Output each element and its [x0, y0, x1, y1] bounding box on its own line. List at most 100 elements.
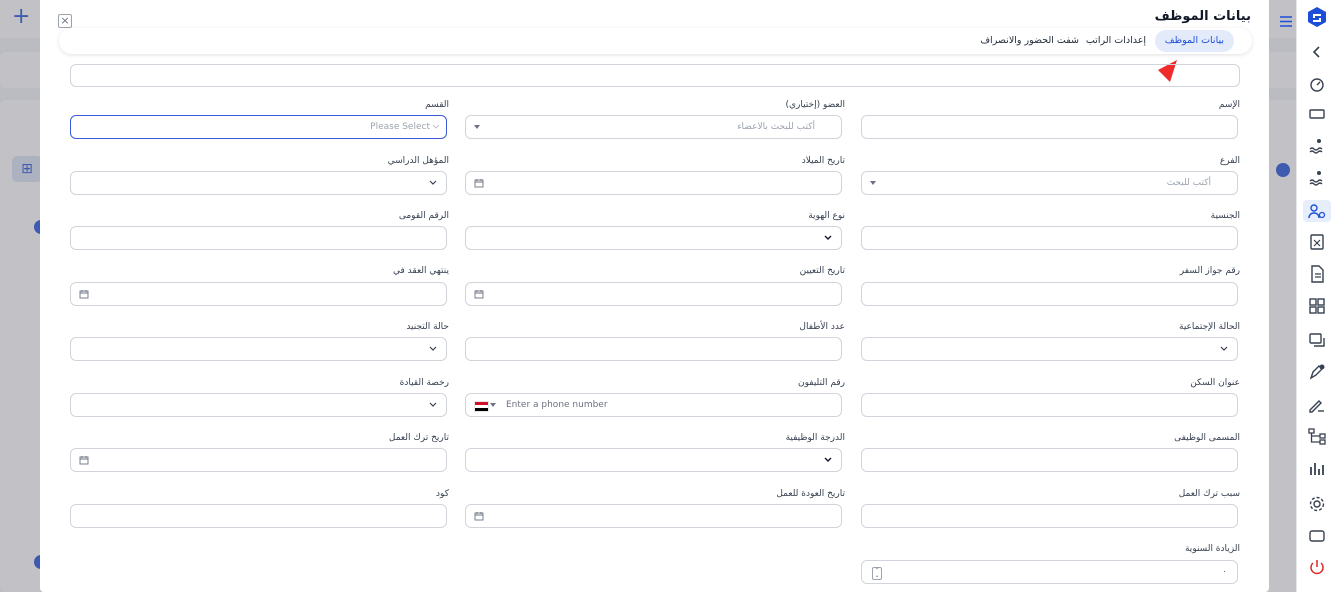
birth-date-label: تاريخ الميلاد — [801, 156, 845, 166]
gear-icon[interactable] — [1307, 494, 1327, 514]
close-icon[interactable]: × — [58, 14, 72, 28]
qualification-label: المؤهل الدراسي — [387, 156, 449, 166]
calculator-icon[interactable] — [1307, 232, 1327, 252]
calendar-icon — [474, 179, 484, 188]
signature-icon[interactable] — [1307, 394, 1327, 414]
chevron-down-icon — [824, 235, 832, 240]
calendar-icon — [474, 512, 484, 521]
bar-chart-icon[interactable] — [1307, 458, 1327, 478]
contract-end-input[interactable] — [70, 282, 447, 306]
chevron-down-icon — [432, 124, 440, 129]
dashboard-gauge-icon[interactable] — [1307, 74, 1327, 94]
full-width-input[interactable] — [70, 64, 1240, 87]
tab-salary-settings[interactable]: إعدادات الراتب — [1086, 30, 1146, 52]
branch-search-select[interactable]: أكتب للبحث — [861, 171, 1238, 195]
code-input[interactable] — [70, 504, 447, 528]
tab-bar: بيانات الموظف إعدادات الراتب شفت الحضور … — [59, 28, 1252, 54]
tab-attendance-shift[interactable]: شفت الحضور والانصراف — [980, 30, 1079, 52]
annual-raise-label: الزيادة السنوية — [1184, 544, 1240, 554]
chevron-down-icon — [429, 402, 437, 407]
phone-input[interactable]: Enter a phone number — [465, 393, 842, 417]
branch-label: الفرع — [1219, 156, 1240, 166]
branch-placeholder: أكتب للبحث — [1166, 178, 1211, 188]
nationality-input[interactable] — [861, 226, 1238, 250]
leave-date-label: تاريخ ترك العمل — [388, 433, 449, 443]
document-icon[interactable] — [1307, 264, 1327, 284]
job-grade-select[interactable] — [465, 448, 842, 472]
swimmer-icon[interactable] — [1307, 168, 1327, 188]
phone-label: رقم التليفون — [798, 378, 845, 388]
return-date-input[interactable] — [465, 504, 842, 528]
chat-icon[interactable] — [1307, 330, 1327, 350]
chevron-down-icon — [429, 180, 437, 185]
leave-reason-label: سبب ترك العمل — [1178, 489, 1240, 499]
rectangle-icon[interactable] — [1307, 526, 1327, 546]
national-id-label: الرقم القومى — [398, 211, 449, 221]
department-select[interactable]: Please Select — [70, 115, 447, 139]
power-icon[interactable] — [1307, 557, 1327, 577]
chevron-down-icon — [824, 457, 832, 462]
nationality-label: الجنسية — [1210, 211, 1240, 221]
name-label: الإسم — [1218, 100, 1240, 110]
driving-license-label: رخصة القيادة — [399, 378, 449, 388]
national-id-input[interactable] — [70, 226, 447, 250]
member-placeholder: أكتب للبحث بالاعضاء — [737, 122, 815, 132]
annual-raise-value: ٠ — [1222, 567, 1227, 577]
address-label: عنوان السكن — [1190, 378, 1240, 388]
modal-title: بيانات الموظف — [1154, 9, 1251, 24]
chevron-down-icon — [429, 346, 437, 351]
military-status-label: حالة التجنيد — [406, 322, 449, 332]
passport-input[interactable] — [861, 282, 1238, 306]
military-status-select[interactable] — [70, 337, 447, 361]
address-input[interactable] — [861, 393, 1238, 417]
marital-status-select[interactable] — [861, 337, 1238, 361]
calendar-icon — [79, 456, 89, 465]
qualification-select[interactable] — [70, 171, 447, 195]
contract-end-label: ينتهي العقد في — [393, 266, 449, 276]
id-type-select[interactable] — [465, 226, 842, 250]
hierarchy-icon[interactable] — [1307, 426, 1327, 446]
job-grade-label: الدرجة الوظيفية — [785, 433, 845, 443]
calendar-icon — [474, 290, 484, 299]
swimmer-icon[interactable] — [1307, 136, 1327, 156]
right-sidebar — [1296, 0, 1337, 592]
number-stepper-icon[interactable]: ⌃ ⌄ — [872, 567, 882, 580]
member-search-select[interactable]: أكتب للبحث بالاعضاء — [465, 115, 842, 139]
member-label: العضو (إختياري) — [785, 100, 845, 110]
apps-icon[interactable] — [1307, 296, 1327, 316]
job-title-label: المسمى الوظيفى — [1174, 433, 1240, 443]
leave-date-input[interactable] — [70, 448, 447, 472]
name-input[interactable] — [861, 115, 1238, 139]
department-label: القسم — [425, 100, 449, 110]
users-settings-icon[interactable] — [1303, 200, 1331, 222]
code-label: كود — [436, 489, 449, 499]
chevron-left-icon[interactable] — [1307, 42, 1327, 62]
calendar-icon — [79, 290, 89, 299]
chevron-down-icon — [1220, 346, 1228, 351]
birth-date-input[interactable] — [465, 171, 842, 195]
annual-raise-input[interactable]: ⌃ ⌄ ٠ — [861, 560, 1238, 584]
hire-date-input[interactable] — [465, 282, 842, 306]
job-title-input[interactable] — [861, 448, 1238, 472]
hire-date-label: تاريخ التعيين — [799, 266, 845, 276]
employee-data-modal: بيانات الموظف × بيانات الموظف إعدادات ال… — [40, 0, 1269, 592]
marital-status-label: الحالة الإجتماعية — [1179, 322, 1240, 332]
driving-license-select[interactable] — [70, 393, 447, 417]
caret-down-icon — [474, 125, 480, 129]
department-placeholder: Please Select — [370, 122, 430, 132]
phone-placeholder: Enter a phone number — [506, 400, 608, 410]
id-type-label: نوع الهوية — [808, 211, 845, 221]
pen-check-icon[interactable] — [1307, 362, 1327, 382]
return-date-label: تاريخ العودة للعمل — [776, 489, 845, 499]
caret-down-icon — [870, 181, 876, 185]
children-count-input[interactable] — [465, 337, 842, 361]
children-count-label: عدد الأطفال — [799, 322, 845, 332]
caret-down-icon[interactable] — [490, 403, 496, 407]
leave-reason-input[interactable] — [861, 504, 1238, 528]
passport-label: رقم جواز السفر — [1179, 266, 1240, 276]
egypt-flag-icon[interactable] — [474, 401, 489, 412]
logo-icon — [1306, 6, 1328, 28]
tab-employee-data[interactable]: بيانات الموظف — [1154, 30, 1234, 52]
ticket-icon[interactable] — [1307, 104, 1327, 124]
menu-icon[interactable] — [1280, 12, 1292, 31]
